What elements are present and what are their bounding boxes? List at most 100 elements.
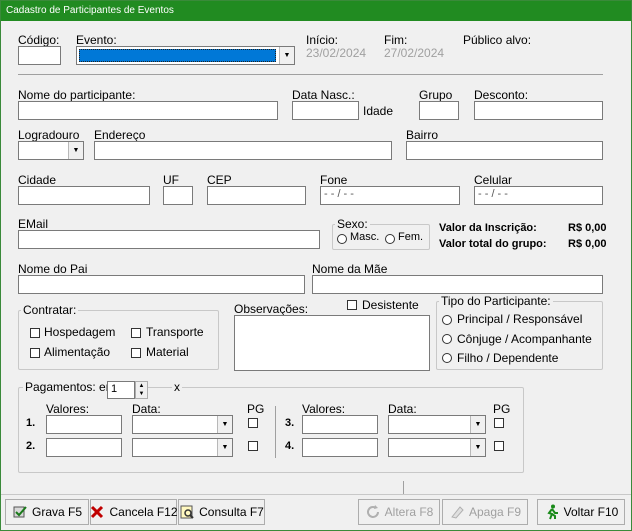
desistente-checkbox[interactable] [347,300,357,310]
altera-label: Altera F8 [384,505,434,519]
refresh-icon [365,504,381,520]
pg-3-checkbox[interactable] [494,418,504,428]
uf-input[interactable] [163,186,193,205]
grupo-label: Grupo [419,88,453,102]
codigo-input[interactable] [18,46,61,65]
pagamentos-spinner[interactable]: ▲ ▼ [135,381,148,399]
contratar-title: Contratar: [21,303,79,317]
material-checkbox[interactable] [131,348,141,358]
uf-label: UF [163,173,179,187]
eraser-icon [449,504,465,520]
grupo-input[interactable] [419,101,459,120]
sexo-fem-label: Fem. [398,231,424,243]
logradouro-select[interactable]: ▼ [18,141,84,160]
data-nasc-label: Data Nasc.: [292,88,355,102]
row-4-label: 4. [285,440,295,452]
tipo-conjuge-radio[interactable] [442,334,452,344]
desconto-input[interactable] [474,101,603,120]
footer-divider [1,494,631,495]
nome-mae-label: Nome da Mãe [312,262,388,276]
chevron-down-icon[interactable]: ▼ [470,416,485,433]
sexo-masc-label: Masc. [350,231,380,243]
pg-4-checkbox[interactable] [494,441,504,451]
nome-pai-input[interactable] [18,275,305,294]
transporte-checkbox[interactable] [131,328,141,338]
endereco-label: Endereço [94,128,146,142]
chevron-down-icon[interactable]: ▼ [217,416,232,433]
celular-input[interactable]: - - / - - [474,186,603,205]
observacoes-textarea[interactable] [234,315,430,371]
logradouro-label: Logradouro [18,128,80,142]
tipo-filho-label: Filho / Dependente [457,351,559,365]
transporte-label: Transporte [146,325,204,339]
valor-inscricao-label: Valor da Inscrição: [439,222,537,234]
data-nasc-input[interactable] [292,101,359,120]
cancela-button[interactable]: Cancela F12 [90,499,178,525]
chevron-down-icon[interactable]: ▼ [279,47,294,64]
cidade-input[interactable] [18,186,150,205]
grava-button[interactable]: Grava F5 [5,499,89,525]
main-window: Cadastro de Participantes de Eventos Cód… [0,0,632,531]
sexo-fem-radio[interactable] [385,234,395,244]
data-2-select[interactable]: ▼ [132,438,233,457]
chevron-down-icon[interactable]: ▼ [470,439,485,456]
tipo-filho-radio[interactable] [442,353,452,363]
sexo-masc-radio[interactable] [337,234,347,244]
fone-label: Fone [320,173,348,187]
data-3-select[interactable]: ▼ [388,415,486,434]
data-4-select[interactable]: ▼ [388,438,486,457]
bairro-label: Bairro [406,128,439,142]
bairro-input[interactable] [406,141,603,160]
evento-select[interactable]: ▼ [76,46,295,65]
pg-2-checkbox[interactable] [248,441,258,451]
spin-down-icon[interactable]: ▼ [136,390,147,398]
row-1-label: 1. [26,417,36,429]
valor-1-input[interactable] [46,415,122,434]
footer-tick [403,481,404,494]
apaga-label: Apaga F9 [468,505,522,519]
cidade-label: Cidade [18,173,57,187]
observacoes-label: Observações: [234,302,309,316]
hospedagem-checkbox[interactable] [30,328,40,338]
payment-column-divider [275,406,276,458]
header-divider [18,74,603,75]
nome-pai-label: Nome do Pai [18,262,88,276]
apaga-button[interactable]: Apaga F9 [442,499,528,525]
save-icon [12,504,28,520]
material-label: Material [146,345,189,359]
nome-mae-input[interactable] [312,275,603,294]
row-2-label: 2. [26,440,36,452]
nome-input[interactable] [18,101,278,120]
tipo-participante-group: Tipo do Participante: Principal / Respon… [436,294,603,370]
valor-2-input[interactable] [46,438,122,457]
data-1-select[interactable]: ▼ [132,415,233,434]
valores-label-left: Valores: [46,402,90,416]
publico-alvo-label: Público alvo: [463,33,532,47]
alimentacao-checkbox[interactable] [30,348,40,358]
chevron-down-icon[interactable]: ▼ [217,439,232,456]
spin-up-icon[interactable]: ▲ [136,382,147,390]
altera-button[interactable]: Altera F8 [358,499,440,525]
tipo-participante-title: Tipo do Participante: [439,294,553,308]
pagamentos-title: Pagamentos: em [23,380,118,394]
endereco-input[interactable] [94,141,392,160]
pagamentos-count-input[interactable]: 1 [107,381,135,399]
tipo-principal-radio[interactable] [442,315,452,325]
data-label-left: Data: [132,402,161,416]
cep-input[interactable] [207,186,306,205]
window-title: Cadastro de Participantes de Eventos [1,1,631,21]
fone-input[interactable]: - - / - - [320,186,460,205]
valor-total-label: Valor total do grupo: [439,238,547,250]
consulta-button[interactable]: Consulta F7 [178,499,265,525]
tipo-conjuge-label: Cônjuge / Acompanhante [457,332,592,346]
email-field[interactable] [18,230,320,249]
sexo-label: Sexo: [335,217,370,231]
valor-3-input[interactable] [302,415,378,434]
pg-1-checkbox[interactable] [248,418,258,428]
fim-label: Fim: [384,33,408,47]
inicio-label: Início: [306,33,339,47]
voltar-button[interactable]: Voltar F10 [537,499,625,525]
sexo-group: Sexo: Masc. Fem. [332,217,430,250]
valor-4-input[interactable] [302,438,378,457]
chevron-down-icon[interactable]: ▼ [68,142,83,159]
